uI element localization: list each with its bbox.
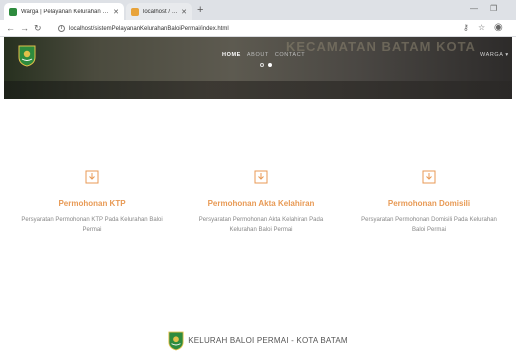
key-icon[interactable]: ⚷ bbox=[463, 22, 469, 34]
service-title[interactable]: Permohonan Akta Kelahiran bbox=[176, 199, 346, 208]
browser-tab-bar: Warga | Pelayanan Kelurahan Bal ✕ localh… bbox=[0, 0, 516, 20]
phpmyadmin-favicon-icon bbox=[131, 7, 139, 16]
service-card-akta-kelahiran[interactable]: Permohonan Akta Kelahiran Persyaratan Pe… bbox=[176, 170, 346, 235]
carousel-dot-active[interactable] bbox=[268, 63, 272, 67]
maximize-icon[interactable]: ❐ bbox=[490, 3, 497, 15]
user-menu-dropdown[interactable]: WARGA ▾ bbox=[480, 52, 509, 58]
service-description: Persyaratan Permohonan Domisili Pada Kel… bbox=[361, 217, 497, 233]
nav-home[interactable]: HOME bbox=[222, 52, 241, 58]
nav-about[interactable]: ABOUT bbox=[247, 52, 269, 58]
download-icon[interactable] bbox=[85, 170, 99, 184]
info-icon[interactable]: i bbox=[58, 25, 65, 32]
back-arrow-icon[interactable]: ← bbox=[6, 22, 15, 34]
nav-contact[interactable]: CONTACT bbox=[275, 52, 305, 58]
download-icon[interactable] bbox=[422, 170, 436, 184]
service-card-ktp[interactable]: Permohonan KTP Persyaratan Permohonan KT… bbox=[7, 170, 177, 235]
service-description: Persyaratan Permohonan Akta Kelahiran Pa… bbox=[198, 217, 324, 233]
browser-tab-active[interactable]: Warga | Pelayanan Kelurahan Bal ✕ bbox=[4, 3, 124, 20]
url-text: localhost/sistemPelayananKelurahanBaloiP… bbox=[69, 25, 229, 32]
service-title[interactable]: Permohonan KTP bbox=[7, 199, 177, 208]
kota-batam-logo-icon[interactable] bbox=[18, 45, 36, 67]
download-icon[interactable] bbox=[254, 170, 268, 184]
account-icon[interactable]: ◉ bbox=[494, 22, 503, 34]
site-favicon-icon bbox=[9, 7, 17, 16]
browser-tab-phpmyadmin[interactable]: localhost / 127.0.0.1 / baloiperm ✕ bbox=[126, 3, 192, 20]
service-title[interactable]: Permohonan Domisili bbox=[344, 199, 514, 208]
close-tab-icon[interactable]: ✕ bbox=[181, 8, 187, 16]
tab-title: localhost / 127.0.0.1 / baloiperm bbox=[143, 8, 179, 15]
hero-shadow bbox=[4, 81, 512, 99]
tab-title: Warga | Pelayanan Kelurahan Bal bbox=[21, 8, 111, 15]
forward-arrow-icon[interactable]: → bbox=[20, 22, 29, 34]
service-description: Persyaratan Permohonan KTP Pada Keluraha… bbox=[21, 217, 163, 233]
carousel-dot[interactable] bbox=[260, 63, 264, 67]
browser-toolbar: ← → ↻ i localhost/sistemPelayananKelurah… bbox=[0, 20, 516, 37]
reload-icon[interactable]: ↻ bbox=[34, 22, 42, 34]
site-footer: KELURAH BALOI PERMAI - KOTA BATAM bbox=[0, 326, 516, 355]
hero-banner: KECAMATAN BATAM KOTA HOME ABOUT CONTACT … bbox=[4, 37, 512, 99]
service-card-domisili[interactable]: Permohonan Domisili Persyaratan Permohon… bbox=[344, 170, 514, 235]
new-tab-button[interactable]: + bbox=[197, 3, 203, 17]
hero-building-sign: KECAMATAN BATAM KOTA bbox=[286, 39, 476, 54]
kota-batam-logo-icon bbox=[168, 331, 184, 350]
footer-text: KELURAH BALOI PERMAI - KOTA BATAM bbox=[188, 336, 348, 345]
address-bar[interactable]: i localhost/sistemPelayananKelurahanBalo… bbox=[58, 23, 450, 34]
bookmark-star-icon[interactable]: ☆ bbox=[478, 22, 485, 34]
minimize-icon[interactable]: — bbox=[470, 3, 478, 15]
close-tab-icon[interactable]: ✕ bbox=[113, 8, 119, 16]
main-nav: HOME ABOUT CONTACT bbox=[222, 52, 305, 58]
carousel-indicators bbox=[260, 63, 272, 67]
